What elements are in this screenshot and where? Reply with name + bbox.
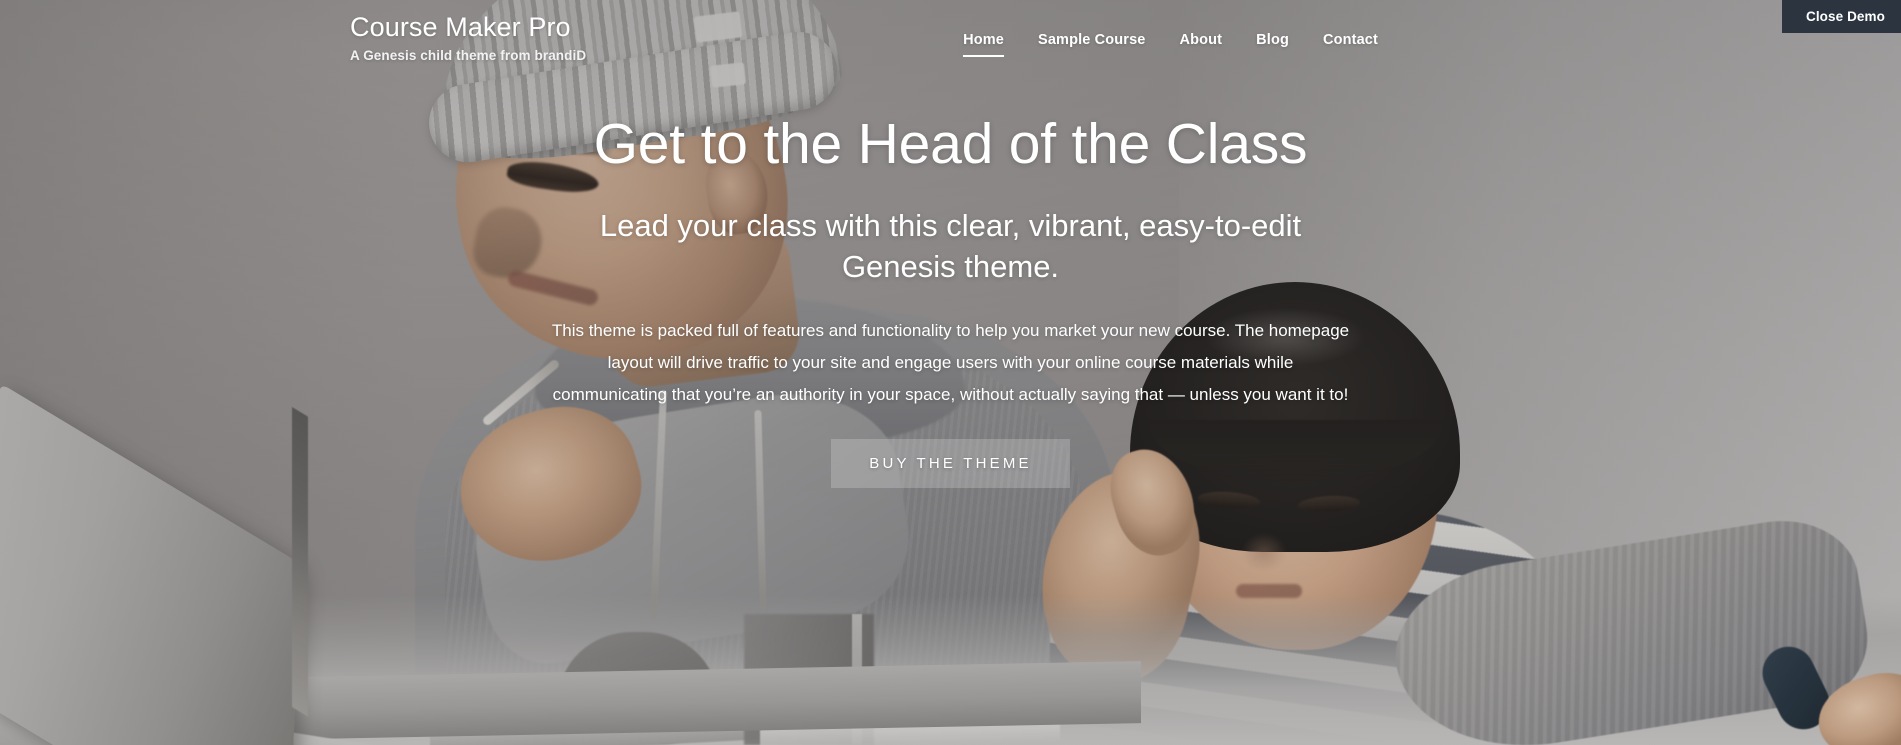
- nav-item-contact[interactable]: Contact: [1323, 30, 1378, 57]
- nav-item-blog[interactable]: Blog: [1256, 30, 1289, 57]
- site-branding[interactable]: Course Maker Pro A Genesis child theme f…: [350, 12, 586, 63]
- page-root: Course Maker Pro A Genesis child theme f…: [0, 0, 1901, 745]
- close-demo-bar[interactable]: Close Demo: [1781, 0, 1901, 33]
- hero-headline: Get to the Head of the Class: [593, 112, 1308, 176]
- nav-item-home[interactable]: Home: [963, 30, 1004, 57]
- primary-navigation[interactable]: Home Sample Course About Blog Contact: [963, 30, 1378, 57]
- hero-body-text: This theme is packed full of features an…: [551, 320, 1350, 404]
- site-header: Course Maker Pro A Genesis child theme f…: [0, 0, 1901, 76]
- close-demo-label[interactable]: Close Demo: [1806, 9, 1885, 24]
- buy-the-theme-button[interactable]: BUY THE THEME: [831, 438, 1070, 488]
- nav-item-about[interactable]: About: [1180, 30, 1223, 57]
- site-title[interactable]: Course Maker Pro: [350, 12, 586, 43]
- hero-subheadline: Lead your class with this clear, vibrant…: [599, 207, 1302, 284]
- nav-item-sample-course[interactable]: Sample Course: [1038, 30, 1146, 57]
- site-tagline: A Genesis child theme from brandiD: [350, 48, 587, 64]
